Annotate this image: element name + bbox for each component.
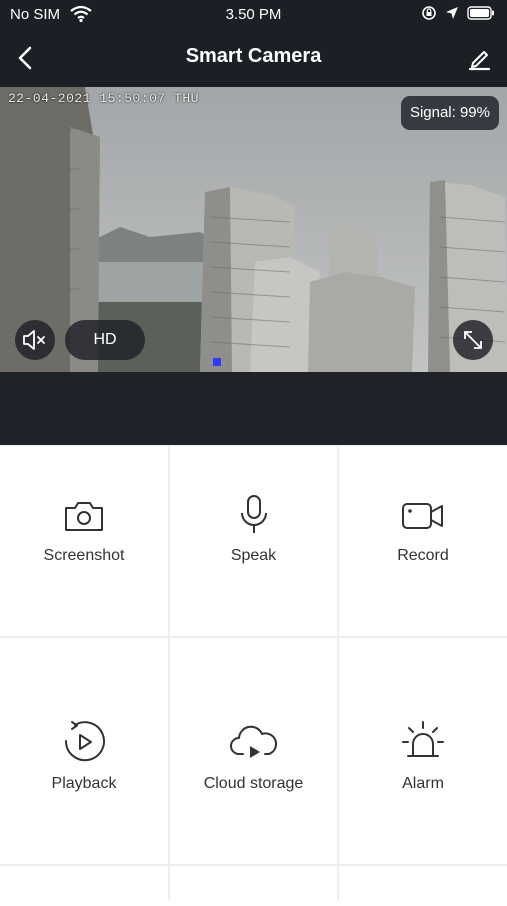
grid-cell-partial[interactable] [170, 866, 337, 906]
grid-cell-partial[interactable] [0, 866, 168, 906]
nav-bar: Smart Camera [0, 30, 507, 87]
screenshot-label: Screenshot [43, 547, 125, 564]
speak-label: Speak [230, 547, 277, 564]
edit-icon[interactable] [465, 44, 493, 72]
alarm-siren-icon [402, 721, 444, 757]
action-grid: Screenshot Speak Record Playback Cloud s… [0, 445, 507, 906]
quality-button[interactable]: HD [65, 320, 145, 360]
cloud-play-icon [229, 725, 277, 758]
video-timestamp: 22-04-2021 15:50:07 THU [8, 91, 199, 106]
fullscreen-button[interactable] [453, 320, 493, 360]
camera-icon [65, 502, 103, 531]
grid-cell-partial[interactable] [339, 866, 507, 906]
alarm-label: Alarm [402, 775, 444, 792]
record-button[interactable]: Record [339, 446, 507, 636]
orientation-lock-icon [422, 6, 436, 20]
expand-icon [464, 331, 482, 349]
screenshot-button[interactable]: Screenshot [0, 446, 168, 636]
microphone-icon [240, 495, 267, 533]
video-camera-icon [402, 503, 443, 529]
alarm-button[interactable]: Alarm [339, 638, 507, 864]
speak-button[interactable]: Speak [170, 446, 337, 636]
video-control-strip [0, 372, 507, 445]
video-marker [213, 358, 221, 366]
playback-label: Playback [51, 775, 117, 792]
speaker-muted-icon [23, 330, 45, 350]
mute-button[interactable] [15, 320, 55, 360]
camera-feed[interactable]: 22-04-2021 15:50:07 THU Signal: 99% HD [0, 87, 507, 372]
signal-badge: Signal: 99% [400, 96, 499, 130]
playback-button[interactable]: Playback [0, 638, 168, 864]
battery-icon [467, 6, 494, 20]
cloud-storage-button[interactable]: Cloud storage [170, 638, 337, 864]
status-bar: No SIM 3.50 PM [0, 0, 507, 30]
page-title: Smart Camera [185, 45, 322, 67]
cloud-storage-label: Cloud storage [203, 775, 304, 792]
location-icon [446, 7, 458, 19]
playback-icon [64, 721, 105, 762]
record-label: Record [397, 547, 449, 564]
